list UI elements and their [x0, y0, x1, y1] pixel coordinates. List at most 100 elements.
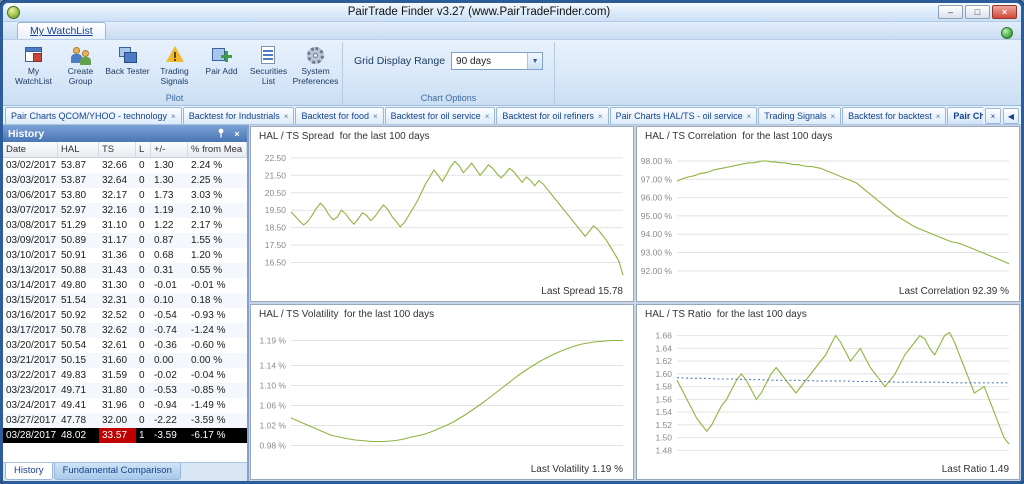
- table-cell: 32.64: [99, 173, 136, 188]
- table-cell: 0: [136, 413, 151, 428]
- table-cell: 1.30: [151, 158, 188, 173]
- table-row[interactable]: 03/02/201753.8732.6601.302.24 %: [3, 158, 247, 173]
- ribbon-button-label: Create Group: [57, 67, 104, 87]
- tab-close-icon[interactable]: ×: [747, 112, 752, 121]
- series-spread: [291, 161, 623, 275]
- table-row[interactable]: 03/17/201750.7832.620-0.74-1.24 %: [3, 323, 247, 338]
- table-cell: 31.80: [99, 383, 136, 398]
- document-tab[interactable]: Pair Charts HAL/TS - oil service×: [947, 107, 983, 124]
- panel-close-icon[interactable]: ×: [232, 129, 242, 139]
- system-preferences-icon: [304, 44, 328, 66]
- table-cell: 31.10: [99, 218, 136, 233]
- correlation-chart-panel: HAL / TS Correlation for the last 100 da…: [636, 126, 1020, 302]
- y-tick-label: 0.98 %: [260, 441, 287, 451]
- column-header[interactable]: HAL: [58, 142, 99, 157]
- ribbon-button-trading-signals[interactable]: Trading Signals: [151, 42, 198, 87]
- y-tick-label: 1.14 %: [260, 361, 287, 371]
- ribbon-button-system-preferences[interactable]: System Preferences: [292, 42, 339, 87]
- panel-tab-history[interactable]: History: [5, 463, 53, 480]
- table-row[interactable]: 03/28/201748.0233.571-3.59-6.17 %: [3, 428, 247, 443]
- table-row[interactable]: 03/09/201750.8931.1700.871.55 %: [3, 233, 247, 248]
- document-tab-label: Backtest for Industrials: [189, 111, 280, 121]
- table-row[interactable]: 03/13/201750.8831.4300.310.55 %: [3, 263, 247, 278]
- y-tick-label: 94.00 %: [641, 229, 673, 239]
- table-cell: 49.41: [58, 398, 99, 413]
- ribbon-tab-my-watchlist[interactable]: My WatchList: [17, 22, 106, 39]
- table-row[interactable]: 03/20/201750.5432.610-0.36-0.60 %: [3, 338, 247, 353]
- table-cell: -0.94: [151, 398, 188, 413]
- table-row[interactable]: 03/16/201750.9232.520-0.54-0.93 %: [3, 308, 247, 323]
- table-row[interactable]: 03/07/201752.9732.1601.192.10 %: [3, 203, 247, 218]
- tab-close-icon[interactable]: ×: [598, 112, 603, 121]
- chart-plot: 1.19 %1.14 %1.10 %1.06 %1.02 %0.98 %: [251, 322, 633, 464]
- table-row[interactable]: 03/27/201747.7832.000-2.22-3.59 %: [3, 413, 247, 428]
- table-cell: 50.78: [58, 323, 99, 338]
- column-header[interactable]: +/-: [151, 142, 188, 157]
- table-cell: 03/21/2017: [3, 353, 58, 368]
- series-correlation: [677, 161, 1009, 264]
- table-row[interactable]: 03/08/201751.2931.1001.222.17 %: [3, 218, 247, 233]
- table-row[interactable]: 03/22/201749.8331.590-0.02-0.04 %: [3, 368, 247, 383]
- table-cell: 1.73: [151, 188, 188, 203]
- y-tick-label: 1.66: [655, 331, 672, 341]
- ribbon-button-create-group[interactable]: Create Group: [57, 42, 104, 87]
- y-tick-label: 93.00 %: [641, 248, 673, 258]
- app-icon: [7, 6, 20, 19]
- tab-close-icon[interactable]: ×: [284, 112, 289, 121]
- table-row[interactable]: 03/21/201750.1531.6000.000.00 %: [3, 353, 247, 368]
- pin-icon[interactable]: [216, 128, 226, 140]
- ribbon-button-pair-add[interactable]: Pair Add: [198, 42, 245, 77]
- table-row[interactable]: 03/03/201753.8732.6401.302.25 %: [3, 173, 247, 188]
- y-tick-label: 1.06 %: [260, 401, 287, 411]
- tab-close-icon[interactable]: ×: [373, 112, 378, 121]
- table-cell: -0.02: [151, 368, 188, 383]
- ribbon-button-securities-list[interactable]: Securities List: [245, 42, 292, 87]
- table-cell: 31.60: [99, 353, 136, 368]
- tab-close-icon[interactable]: ×: [936, 112, 941, 121]
- document-tab[interactable]: Backtest for food×: [295, 107, 383, 124]
- document-tab[interactable]: Backtest for backtest×: [842, 107, 946, 124]
- series-ratio: [677, 333, 1009, 445]
- document-tab-bar: Pair Charts QCOM/YHOO - technology×Backt…: [3, 106, 1021, 125]
- chart-title: HAL / TS Correlation for the last 100 da…: [637, 127, 1019, 144]
- panel-tab-fundamental-comparison[interactable]: Fundamental Comparison: [54, 463, 181, 480]
- table-cell: 0: [136, 353, 151, 368]
- table-row[interactable]: 03/23/201749.7131.800-0.53-0.85 %: [3, 383, 247, 398]
- table-cell: 32.17: [99, 188, 136, 203]
- table-row[interactable]: 03/06/201753.8032.1701.733.03 %: [3, 188, 247, 203]
- ribbon-button-back-tester[interactable]: Back Tester: [104, 42, 151, 77]
- table-row[interactable]: 03/15/201751.5432.3100.100.18 %: [3, 293, 247, 308]
- document-tab[interactable]: Pair Charts HAL/TS - oil service×: [610, 107, 758, 124]
- column-header[interactable]: TS: [99, 142, 136, 157]
- grid-display-range-value: 90 days: [452, 56, 527, 67]
- tab-scroll-left-button[interactable]: ◀: [1003, 108, 1019, 124]
- maximize-button[interactable]: □: [965, 5, 990, 19]
- help-icon[interactable]: [1001, 27, 1013, 39]
- window-title: PairTrade Finder v3.27 (www.PairTradeFin…: [20, 6, 938, 18]
- chevron-down-icon[interactable]: ▼: [527, 53, 542, 69]
- close-button[interactable]: ×: [992, 5, 1017, 19]
- table-cell: 51.54: [58, 293, 99, 308]
- table-row[interactable]: 03/10/201750.9131.3600.681.20 %: [3, 248, 247, 263]
- ribbon-button-my-watchlist[interactable]: My WatchList: [10, 42, 57, 87]
- document-tab[interactable]: Pair Charts QCOM/YHOO - technology×: [5, 107, 182, 124]
- grid-display-range-select[interactable]: 90 days ▼: [451, 52, 543, 70]
- document-tab[interactable]: Backtest for Industrials ×: [183, 107, 295, 124]
- y-tick-label: 1.52: [655, 420, 672, 430]
- tab-close-icon[interactable]: ×: [171, 112, 176, 121]
- tab-close-icon[interactable]: ×: [485, 112, 490, 121]
- document-tab[interactable]: Trading Signals×: [758, 107, 841, 124]
- tab-close-icon[interactable]: ×: [831, 112, 836, 121]
- document-tab[interactable]: Backtest for oil refiners×: [496, 107, 608, 124]
- table-cell: 0.18 %: [188, 293, 247, 308]
- table-row[interactable]: 03/24/201749.4131.960-0.94-1.49 %: [3, 398, 247, 413]
- document-tab[interactable]: Backtest for oil service×: [385, 107, 496, 124]
- column-header[interactable]: % from Mea: [188, 142, 247, 157]
- column-header[interactable]: L: [136, 142, 151, 157]
- tab-close-button[interactable]: ×: [985, 108, 1001, 124]
- table-cell: 0: [136, 278, 151, 293]
- table-cell: 0.00: [151, 353, 188, 368]
- column-header[interactable]: Date: [3, 142, 58, 157]
- minimize-button[interactable]: –: [938, 5, 963, 19]
- table-row[interactable]: 03/14/201749.8031.300-0.01-0.01 %: [3, 278, 247, 293]
